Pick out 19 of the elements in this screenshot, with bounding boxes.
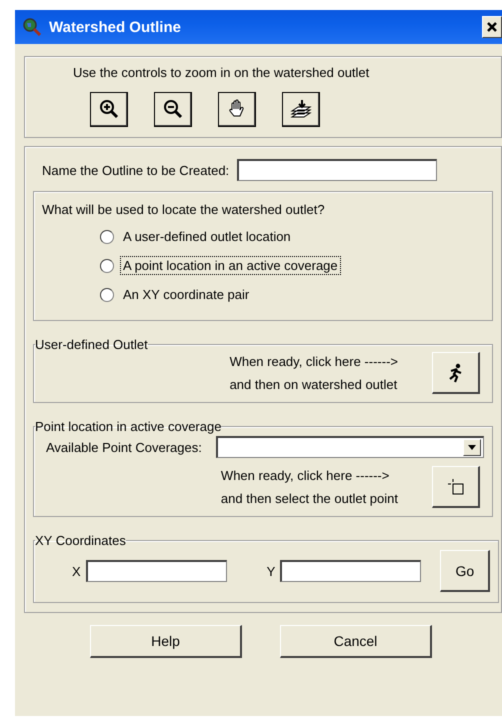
go-button[interactable]: Go [440,550,490,592]
field-label: Available Point Coverages: [46,440,202,454]
field-label: Y [266,564,276,578]
field-label: X [72,564,81,578]
dialog-button[interactable]: Help [90,625,242,658]
radio-option[interactable]: A user-defined outlet location [100,227,484,246]
group-title: User-defined Outlet [35,337,148,352]
group-title: XY Coordinates [35,533,126,548]
instruction-text: Use the controls to zoom in on the watershed outlet [73,65,370,80]
field-label: Name the Outline to be Created: [42,162,230,178]
hint-text: When ready, click here ------> [230,354,398,369]
group-title: Point location in active coverage [35,419,222,434]
hint-text: and then select the outlet point [220,491,398,506]
dialog-button[interactable]: Cancel [280,625,432,658]
radio-option[interactable]: An XY coordinate pair [100,285,484,304]
hint-text: and then on watershed outlet [230,377,398,392]
window-title: Watershed Outline [49,18,182,36]
question-text: What will be used to locate the watershed outlet? [42,202,326,217]
hint-text: When ready, click here ------> [220,468,390,483]
